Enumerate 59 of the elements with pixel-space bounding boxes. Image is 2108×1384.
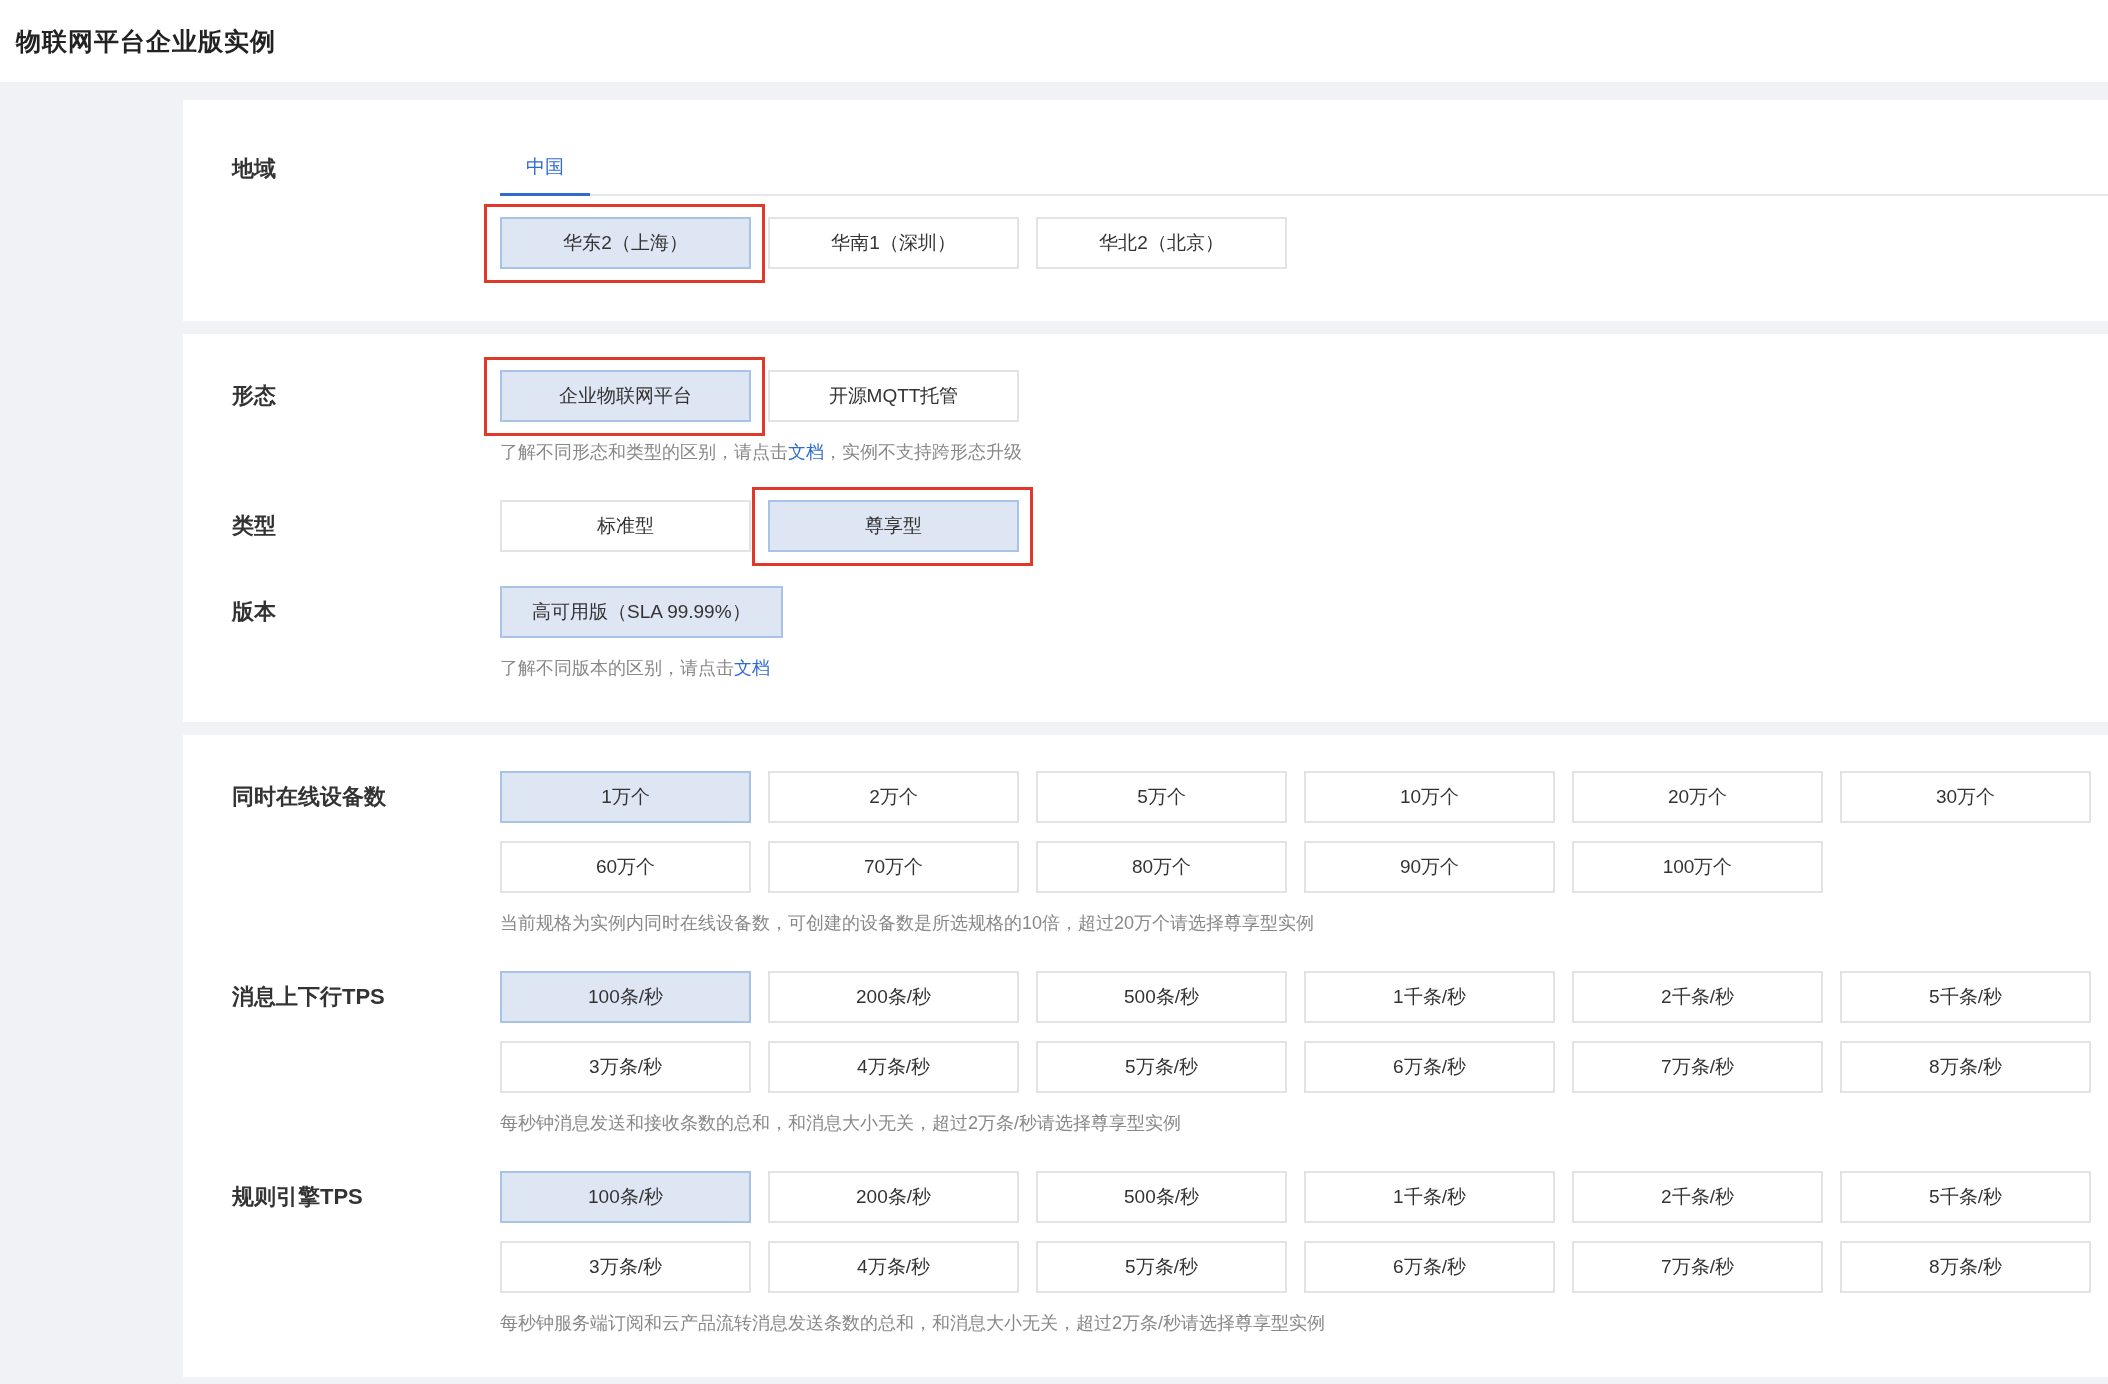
option-button[interactable]: 标准型 [500, 500, 751, 552]
field-label: 规则引擎TPS [232, 1183, 364, 1211]
page-title: 物联网平台企业版实例 [16, 25, 276, 57]
option-button[interactable]: 1千条/秒 [1304, 1171, 1555, 1223]
option-button[interactable]: 90万个 [1304, 841, 1555, 893]
field-label: 消息上下行TPS [232, 983, 386, 1011]
option-button[interactable]: 6万条/秒 [1304, 1041, 1555, 1093]
option-button[interactable]: 2万个 [768, 771, 1019, 823]
option-button[interactable]: 200条/秒 [768, 1171, 1019, 1223]
option-button[interactable]: 1千条/秒 [1304, 971, 1555, 1023]
option-button[interactable]: 100万个 [1572, 841, 1823, 893]
option-button[interactable]: 500条/秒 [1036, 971, 1287, 1023]
option-button[interactable]: 200条/秒 [768, 971, 1019, 1023]
field-label: 类型 [232, 512, 277, 540]
option-button[interactable]: 5万条/秒 [1036, 1241, 1287, 1293]
option-button[interactable]: 华东2（上海） [500, 217, 751, 269]
option-button[interactable]: 高可用版（SLA 99.99%） [500, 586, 783, 638]
option-button[interactable]: 10万个 [1304, 771, 1555, 823]
hint-text: 每秒钟服务端订阅和云产品流转消息发送条数的总和，和消息大小无关，超过2万条/秒请选择尊享型实例 [500, 1312, 1326, 1335]
option-button[interactable]: 尊享型 [768, 500, 1019, 552]
option-button[interactable]: 3万条/秒 [500, 1041, 751, 1093]
option-button[interactable]: 60万个 [500, 841, 751, 893]
option-button[interactable]: 5万条/秒 [1036, 1041, 1287, 1093]
doc-link[interactable]: 文档 [734, 658, 770, 678]
hint-text: 当前规格为实例内同时在线设备数，可创建的设备数是所选规格的10倍，超过20万个请选择尊享型实例 [500, 912, 1316, 935]
option-button[interactable]: 6万条/秒 [1304, 1241, 1555, 1293]
hint-text: 了解不同形态和类型的区别，请点击文档，实例不支持跨形态升级 [500, 441, 1023, 464]
option-button[interactable]: 1万个 [500, 771, 751, 823]
doc-link[interactable]: 文档 [788, 442, 824, 462]
region-tab[interactable]: 中国 [500, 140, 590, 196]
option-button[interactable]: 8万条/秒 [1840, 1241, 2091, 1293]
option-button[interactable]: 70万个 [768, 841, 1019, 893]
hint-text: 每秒钟消息发送和接收条数的总和，和消息大小无关，超过2万条/秒请选择尊享型实例 [500, 1112, 1182, 1135]
option-button[interactable]: 500条/秒 [1036, 1171, 1287, 1223]
option-button[interactable]: 2千条/秒 [1572, 1171, 1823, 1223]
option-button[interactable]: 5万个 [1036, 771, 1287, 823]
option-button[interactable]: 企业物联网平台 [500, 370, 751, 422]
option-button[interactable]: 20万个 [1572, 771, 1823, 823]
option-button[interactable]: 华北2（北京） [1036, 217, 1287, 269]
option-button[interactable]: 4万条/秒 [768, 1241, 1019, 1293]
option-button[interactable]: 100条/秒 [500, 971, 751, 1023]
field-label: 版本 [232, 598, 277, 626]
option-button[interactable]: 7万条/秒 [1572, 1241, 1823, 1293]
option-button[interactable]: 5千条/秒 [1840, 971, 2091, 1023]
option-button[interactable]: 开源MQTT托管 [768, 370, 1019, 422]
option-button[interactable]: 4万条/秒 [768, 1041, 1019, 1093]
option-button[interactable]: 100条/秒 [500, 1171, 751, 1223]
option-button[interactable]: 80万个 [1036, 841, 1287, 893]
option-button[interactable]: 华南1（深圳） [768, 217, 1019, 269]
hint-text: 了解不同版本的区别，请点击文档 [500, 657, 771, 680]
option-button[interactable]: 2千条/秒 [1572, 971, 1823, 1023]
field-label: 同时在线设备数 [232, 783, 387, 811]
option-button[interactable]: 8万条/秒 [1840, 1041, 2091, 1093]
option-button[interactable]: 7万条/秒 [1572, 1041, 1823, 1093]
field-label: 地域 [232, 155, 277, 183]
option-button[interactable]: 3万条/秒 [500, 1241, 751, 1293]
option-button[interactable]: 30万个 [1840, 771, 2091, 823]
option-button[interactable]: 5千条/秒 [1840, 1171, 2091, 1223]
field-label: 形态 [232, 382, 277, 410]
